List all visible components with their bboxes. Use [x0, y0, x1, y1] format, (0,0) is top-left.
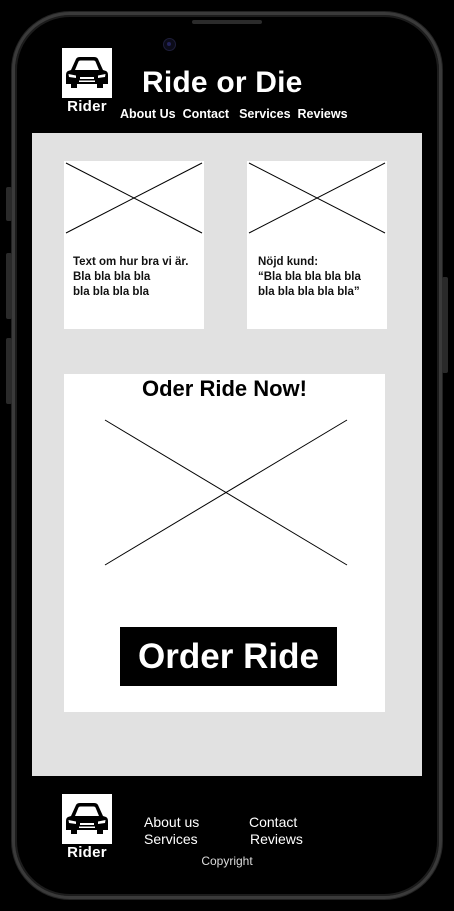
image-placeholder — [65, 162, 203, 234]
footer-link-reviews[interactable]: Reviews — [250, 831, 303, 848]
info-card-text: Text om hur bra vi är. Bla bla bla bla b… — [73, 256, 189, 298]
nav-reviews[interactable]: Reviews — [298, 107, 348, 121]
order-ride-button[interactable]: Order Ride — [120, 627, 337, 686]
phone-side-button-power — [442, 277, 448, 373]
review-card: Nöjd kund: “Bla bla bla bla bla bla bla … — [247, 161, 387, 329]
phone-side-button-volume-down — [6, 338, 12, 404]
nav-contact[interactable]: Contact — [183, 107, 230, 121]
footer-link-contact[interactable]: Contact — [249, 814, 297, 831]
image-placeholder — [248, 162, 386, 234]
footer-logo[interactable] — [62, 794, 112, 844]
image-placeholder — [104, 419, 348, 566]
review-card-text: Nöjd kund: “Bla bla bla bla bla bla bla … — [258, 256, 361, 298]
phone-camera — [163, 38, 176, 51]
header-nav: About Us Contact Services Reviews — [120, 107, 355, 121]
info-card: Text om hur bra vi är. Bla bla bla bla b… — [64, 161, 204, 329]
header-logo[interactable] — [62, 48, 112, 98]
order-panel: Oder Ride Now! Order Ride — [64, 374, 385, 712]
footer-link-about-us[interactable]: About us — [144, 814, 199, 831]
phone-side-button-silent — [6, 187, 12, 221]
header-logo-text: Rider — [67, 98, 107, 115]
main-content: Text om hur bra vi är. Bla bla bla bla b… — [32, 133, 422, 776]
footer-link-services[interactable]: Services — [144, 831, 198, 848]
site-title: Ride or Die — [142, 66, 303, 99]
phone-speaker — [192, 20, 262, 24]
car-icon — [66, 57, 108, 88]
car-icon — [66, 803, 108, 834]
nav-services[interactable]: Services — [239, 107, 290, 121]
copyright-text: Copyright — [201, 854, 253, 868]
nav-about-us[interactable]: About Us — [120, 107, 176, 121]
phone-side-button-volume-up — [6, 253, 12, 319]
order-heading: Oder Ride Now! — [141, 376, 307, 401]
